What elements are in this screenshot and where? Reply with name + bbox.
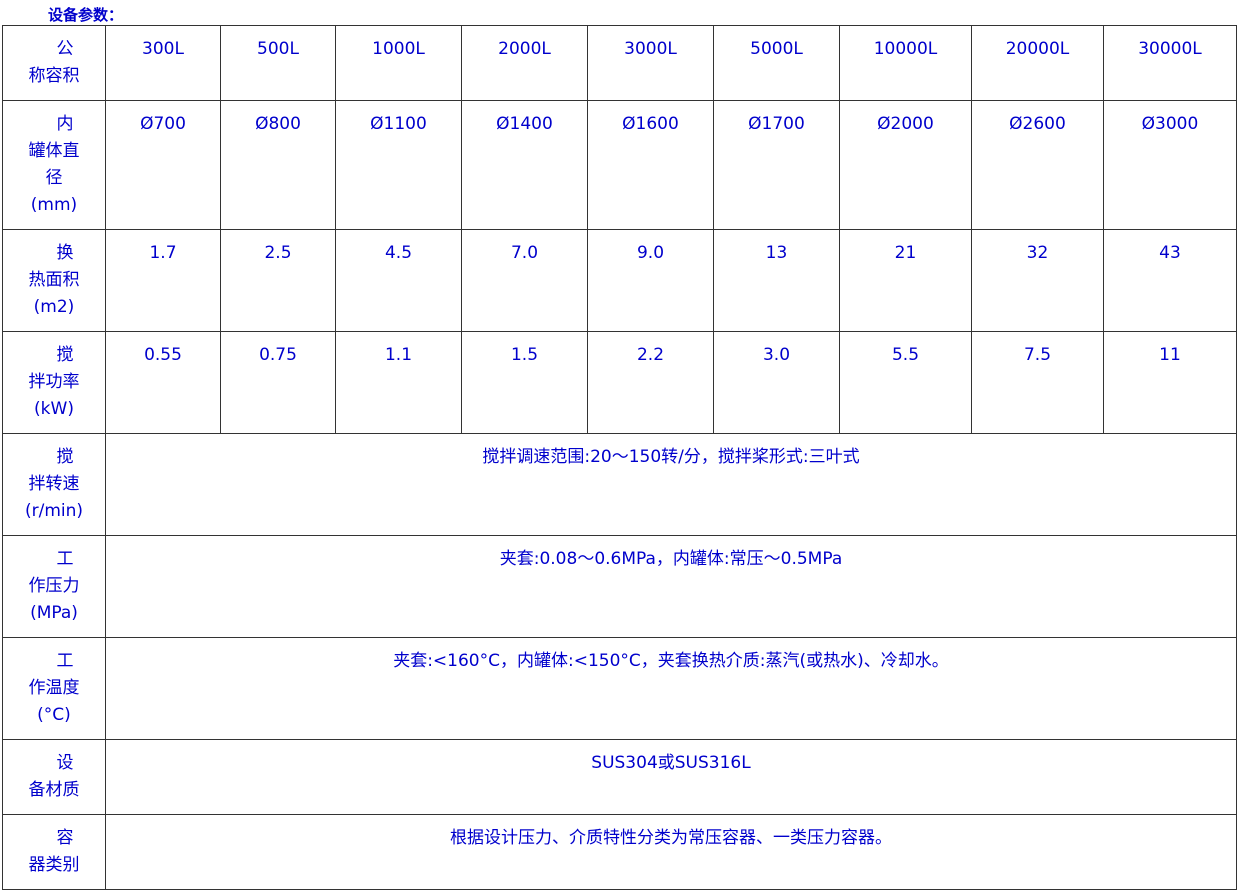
table-cell: 1.1: [335, 331, 462, 434]
table-cell-material: SUS304或SUS316L: [105, 739, 1237, 815]
table-cell: 4.5: [335, 229, 462, 332]
table-row-material: 设 备材质 SUS304或SUS316L: [2, 739, 1237, 815]
table-cell: 0.75: [220, 331, 336, 434]
table-cell-working-pressure: 夹套:0.08～0.6MPa，内罐体:常压～0.5MPa: [105, 535, 1237, 638]
table-cell: 2.2: [587, 331, 714, 434]
row-label-working-temperature: 工 作温度 (°C): [2, 637, 106, 740]
table-cell: 1000L: [335, 25, 462, 101]
table-row-nominal-volume: 公 称容积 300L 500L 1000L 2000L 3000L 5000L …: [2, 25, 1237, 101]
table-cell: Ø1100: [335, 100, 462, 230]
table-cell: 21: [839, 229, 972, 332]
table-cell-vessel-category: 根据设计压力、介质特性分类为常压容器、一类压力容器。: [105, 814, 1237, 890]
row-label-vessel-category: 容 器类别: [2, 814, 106, 890]
table-cell: 3000L: [587, 25, 714, 101]
table-cell: Ø1700: [713, 100, 840, 230]
table-cell: 10000L: [839, 25, 972, 101]
table-cell: Ø800: [220, 100, 336, 230]
row-label-material: 设 备材质: [2, 739, 106, 815]
table-cell: Ø3000: [1103, 100, 1237, 230]
table-cell: 20000L: [971, 25, 1104, 101]
row-label-stirring-speed: 搅 拌转速 (r/min): [2, 433, 106, 536]
table-cell: 300L: [105, 25, 221, 101]
table-cell: 32: [971, 229, 1104, 332]
table-cell: 7.5: [971, 331, 1104, 434]
table-cell-stirring-speed: 搅拌调速范围:20～150转/分，搅拌桨形式:三叶式: [105, 433, 1237, 536]
row-label-heat-exchange-area: 换 热面积 (m2): [2, 229, 106, 332]
table-cell: 0.55: [105, 331, 221, 434]
table-row-inner-diameter: 内 罐体直 径 (mm) Ø700 Ø800 Ø1100 Ø1400 Ø1600…: [2, 100, 1237, 230]
table-cell: 11: [1103, 331, 1237, 434]
table-cell: Ø1400: [461, 100, 588, 230]
table-row-working-pressure: 工 作压力 (MPa) 夹套:0.08～0.6MPa，内罐体:常压～0.5MPa: [2, 535, 1237, 638]
table-cell: 500L: [220, 25, 336, 101]
table-cell: 30000L: [1103, 25, 1237, 101]
table-cell: 2.5: [220, 229, 336, 332]
table-row-vessel-category: 容 器类别 根据设计压力、介质特性分类为常压容器、一类压力容器。: [2, 814, 1237, 890]
table-cell: 13: [713, 229, 840, 332]
equipment-parameters-table: 公 称容积 300L 500L 1000L 2000L 3000L 5000L …: [2, 25, 1237, 890]
table-cell-working-temperature: 夹套:<160°C，内罐体:<150°C，夹套换热介质:蒸汽(或热水)、冷却水。: [105, 637, 1237, 740]
table-cell: Ø700: [105, 100, 221, 230]
table-cell: 5.5: [839, 331, 972, 434]
table-cell: 1.7: [105, 229, 221, 332]
row-label-inner-diameter: 内 罐体直 径 (mm): [2, 100, 106, 230]
table-row-working-temperature: 工 作温度 (°C) 夹套:<160°C，内罐体:<150°C，夹套换热介质:蒸…: [2, 637, 1237, 740]
table-row-heat-exchange-area: 换 热面积 (m2) 1.7 2.5 4.5 7.0 9.0 13 21 32 …: [2, 229, 1237, 332]
table-cell: Ø1600: [587, 100, 714, 230]
table-cell: 7.0: [461, 229, 588, 332]
table-cell: Ø2600: [971, 100, 1104, 230]
table-cell: 43: [1103, 229, 1237, 332]
table-cell: 1.5: [461, 331, 588, 434]
table-row-stirring-power: 搅 拌功率 (kW) 0.55 0.75 1.1 1.5 2.2 3.0 5.5…: [2, 331, 1237, 434]
row-label-stirring-power: 搅 拌功率 (kW): [2, 331, 106, 434]
section-title: 设备参数：: [48, 6, 124, 24]
table-cell: 5000L: [713, 25, 840, 101]
table-cell: 3.0: [713, 331, 840, 434]
table-cell: 9.0: [587, 229, 714, 332]
row-label-working-pressure: 工 作压力 (MPa): [2, 535, 106, 638]
table-cell: 2000L: [461, 25, 588, 101]
table-row-stirring-speed: 搅 拌转速 (r/min) 搅拌调速范围:20～150转/分，搅拌桨形式:三叶式: [2, 433, 1237, 536]
row-label-nominal-volume: 公 称容积: [2, 25, 106, 101]
table-cell: Ø2000: [839, 100, 972, 230]
